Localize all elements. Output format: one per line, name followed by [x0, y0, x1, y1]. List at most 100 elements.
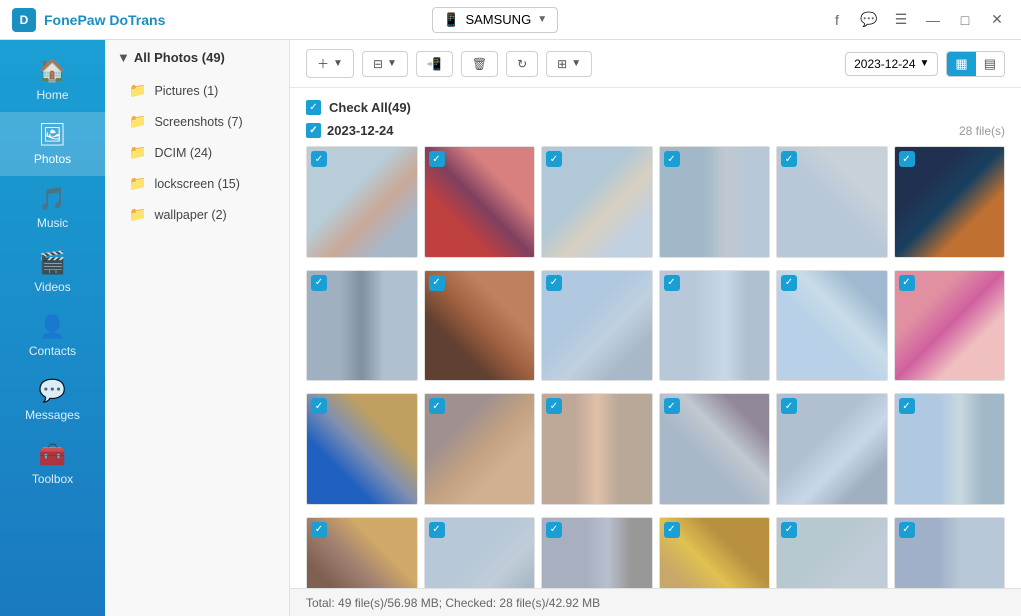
- thumb-checkbox[interactable]: ✓: [311, 398, 327, 414]
- sidebar-item-videos[interactable]: 🎬 Videos: [0, 240, 105, 304]
- date-arrow-icon: ▼: [920, 58, 930, 69]
- photo-thumb[interactable]: ✓: [659, 517, 771, 589]
- facebook-icon[interactable]: f: [825, 8, 849, 32]
- thumb-checkbox[interactable]: ✓: [899, 522, 915, 538]
- toolbar: ＋ ▼ ⊟ ▼ 📲 🗑 ↻ ⊞ ▼ 2023-12-24: [290, 40, 1021, 88]
- grid-view-button[interactable]: ▦: [947, 52, 975, 76]
- tree-item-pictures[interactable]: 📁 Pictures (1): [105, 75, 289, 106]
- thumb-checkbox[interactable]: ✓: [546, 522, 562, 538]
- thumb-checkbox[interactable]: ✓: [311, 522, 327, 538]
- sidebar-label-contacts: Contacts: [29, 344, 76, 358]
- thumb-checkbox[interactable]: ✓: [899, 151, 915, 167]
- sidebar-label-messages: Messages: [25, 408, 80, 422]
- tree-item-screenshots[interactable]: 📁 Screenshots (7): [105, 106, 289, 137]
- photo-thumb[interactable]: ✓: [659, 393, 771, 505]
- sidebar-item-photos[interactable]: 🖼 Photos: [0, 112, 105, 176]
- thumb-checkbox[interactable]: ✓: [429, 151, 445, 167]
- date-selector[interactable]: 2023-12-24 ▼: [845, 52, 938, 76]
- photo-thumb[interactable]: ✓: [541, 517, 653, 589]
- thumb-checkbox[interactable]: ✓: [311, 151, 327, 167]
- sidebar-item-messages[interactable]: 💬 Messages: [0, 368, 105, 432]
- refresh-button[interactable]: ↻: [506, 51, 538, 77]
- thumb-checkbox[interactable]: ✓: [546, 151, 562, 167]
- add-button[interactable]: ＋ ▼: [306, 49, 354, 78]
- import-to-device-button[interactable]: 📲: [416, 51, 453, 77]
- thumb-checkbox[interactable]: ✓: [781, 398, 797, 414]
- photo-thumb[interactable]: ✓: [541, 393, 653, 505]
- photo-thumb[interactable]: ✓: [306, 146, 418, 258]
- photo-thumb[interactable]: ✓: [306, 393, 418, 505]
- photo-thumb[interactable]: ✓: [776, 146, 888, 258]
- all-photos-label: All Photos (49): [134, 50, 225, 65]
- thumb-checkbox[interactable]: ✓: [429, 522, 445, 538]
- list-view-button[interactable]: ▤: [976, 52, 1004, 76]
- date-value: 2023-12-24: [854, 57, 915, 71]
- photo-thumb[interactable]: ✓: [776, 517, 888, 589]
- device-selector-area[interactable]: 📱 SAMSUNG ▼: [432, 7, 558, 33]
- photo-thumb[interactable]: ✓: [306, 270, 418, 382]
- date-text: 2023-12-24: [327, 123, 394, 138]
- photos-icon: 🖼: [39, 122, 67, 148]
- tree-item-wallpaper[interactable]: 📁 wallpaper (2): [105, 199, 289, 230]
- photo-thumb[interactable]: ✓: [541, 146, 653, 258]
- folder-icon: 📁: [129, 82, 146, 99]
- sidebar-item-music[interactable]: 🎵 Music: [0, 176, 105, 240]
- maximize-button[interactable]: □: [953, 8, 977, 32]
- date-label: ✓ 2023-12-24: [306, 123, 394, 138]
- thumb-checkbox[interactable]: ✓: [429, 398, 445, 414]
- photo-thumb[interactable]: ✓: [659, 146, 771, 258]
- view-toggle[interactable]: ▦ ▤: [946, 51, 1005, 77]
- photo-container[interactable]: ✓ Check All(49) ✓ 2023-12-24 28 file(s) …: [290, 88, 1021, 588]
- thumb-checkbox[interactable]: ✓: [781, 522, 797, 538]
- close-button[interactable]: ✕: [985, 8, 1009, 32]
- photo-thumb[interactable]: ✓: [776, 270, 888, 382]
- export-button[interactable]: ⊟ ▼: [362, 51, 408, 77]
- tree-item-dcim[interactable]: 📁 DCIM (24): [105, 137, 289, 168]
- chat-icon[interactable]: 💬: [857, 8, 881, 32]
- photo-thumb[interactable]: ✓: [424, 517, 536, 589]
- thumb-checkbox[interactable]: ✓: [664, 398, 680, 414]
- photo-thumb[interactable]: ✓: [424, 146, 536, 258]
- tree-item-lockscreen[interactable]: 📁 lockscreen (15): [105, 168, 289, 199]
- photo-thumb[interactable]: ✓: [424, 270, 536, 382]
- thumb-checkbox[interactable]: ✓: [664, 151, 680, 167]
- thumb-checkbox[interactable]: ✓: [899, 398, 915, 414]
- thumb-checkbox[interactable]: ✓: [546, 275, 562, 291]
- device-selector[interactable]: 📱 SAMSUNG ▼: [432, 7, 558, 33]
- photo-thumb[interactable]: ✓: [894, 517, 1006, 589]
- photo-thumb[interactable]: ✓: [894, 393, 1006, 505]
- tree-label-pictures: Pictures (1): [154, 84, 218, 98]
- thumb-checkbox[interactable]: ✓: [781, 275, 797, 291]
- photo-thumb[interactable]: ✓: [306, 517, 418, 589]
- menu-icon[interactable]: ☰: [889, 8, 913, 32]
- thumb-checkbox[interactable]: ✓: [664, 275, 680, 291]
- photo-thumb[interactable]: ✓: [894, 146, 1006, 258]
- sidebar-item-toolbox[interactable]: 🧰 Toolbox: [0, 432, 105, 496]
- main-layout: 🏠 Home 🖼 Photos 🎵 Music 🎬 Videos 👤 Conta…: [0, 40, 1021, 616]
- thumb-checkbox[interactable]: ✓: [899, 275, 915, 291]
- thumb-checkbox[interactable]: ✓: [546, 398, 562, 414]
- photo-thumb[interactable]: ✓: [541, 270, 653, 382]
- photo-thumb[interactable]: ✓: [776, 393, 888, 505]
- photo-thumb[interactable]: ✓: [894, 270, 1006, 382]
- sidebar-item-home[interactable]: 🏠 Home: [0, 48, 105, 112]
- photo-thumb[interactable]: ✓: [424, 393, 536, 505]
- sidebar-label-music: Music: [37, 216, 68, 230]
- thumb-checkbox[interactable]: ✓: [781, 151, 797, 167]
- thumb-checkbox[interactable]: ✓: [429, 275, 445, 291]
- thumb-checkbox[interactable]: ✓: [664, 522, 680, 538]
- delete-button[interactable]: 🗑: [461, 51, 498, 77]
- sidebar-item-contacts[interactable]: 👤 Contacts: [0, 304, 105, 368]
- minimize-button[interactable]: —: [921, 8, 945, 32]
- sidebar-label-videos: Videos: [34, 280, 70, 294]
- more-button[interactable]: ⊞ ▼: [546, 51, 592, 77]
- thumb-checkbox[interactable]: ✓: [311, 275, 327, 291]
- photo-thumb[interactable]: ✓: [659, 270, 771, 382]
- date-checkbox[interactable]: ✓: [306, 123, 321, 138]
- status-text: Total: 49 file(s)/56.98 MB; Checked: 28 …: [306, 596, 600, 610]
- sidebar: 🏠 Home 🖼 Photos 🎵 Music 🎬 Videos 👤 Conta…: [0, 40, 105, 616]
- photo-grid-row-2: ✓ ✓ ✓ ✓ ✓ ✓: [306, 270, 1005, 382]
- add-arrow-icon: ▼: [333, 58, 343, 69]
- check-all-checkbox[interactable]: ✓: [306, 100, 321, 115]
- all-photos-header[interactable]: ▼ All Photos (49): [105, 40, 289, 75]
